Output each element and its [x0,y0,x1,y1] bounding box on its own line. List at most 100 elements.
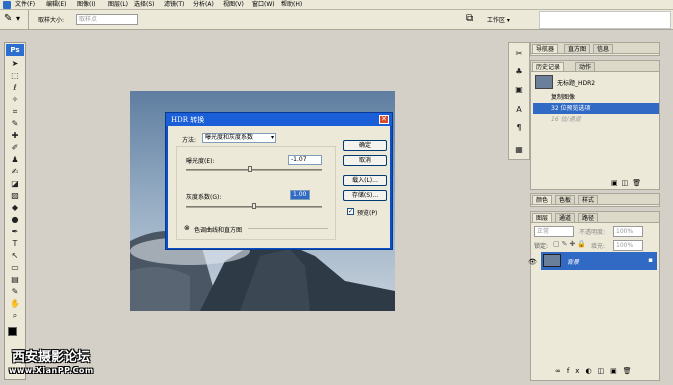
tab-paths[interactable]: 路径 [578,213,599,222]
move-tool-icon[interactable]: ➤ [8,59,22,69]
opacity-input[interactable]: 100% [613,226,643,237]
history-snapshot-name[interactable]: 无标题_HDR2 [557,78,595,87]
brush-tool-icon[interactable]: ✐ [8,143,22,153]
character-icon[interactable]: A [512,105,526,115]
magic-wand-icon[interactable]: ✧ [8,95,22,105]
brushes-icon[interactable]: ♣ [512,67,526,77]
paragraph-icon[interactable]: ¶ [512,123,526,133]
tool-preset-chevron-icon[interactable]: ▾ [16,14,20,23]
crop-tool-icon[interactable]: ⌗ [8,107,22,117]
history-item-dimmed[interactable]: 16 位/通道 [533,114,659,125]
lock-icons[interactable]: ▢✎✚🔒 [553,240,588,248]
history-item-label: 32 位预览选项 [551,105,591,112]
eyedropper-tool-icon[interactable]: ✎ [8,119,22,129]
color-panel: 颜色 色板 样式 [530,193,660,207]
type-tool-icon[interactable]: T [8,239,22,249]
dialog-titlebar[interactable]: HDR 转换 ✕ [166,113,392,126]
blend-mode-select[interactable]: 正常 [534,226,574,237]
menu-view[interactable]: 视图(V) [223,1,244,9]
layers-tabs: 图层 通道 路径 [531,212,659,223]
exposure-label: 曝光度(E): [186,158,215,165]
tab-info[interactable]: 信息 [593,44,614,53]
fill-input[interactable]: 100% [613,240,643,251]
eyedropper-icon[interactable]: ✎ [4,13,12,24]
expand-toggle-icon[interactable]: ⊗ [184,224,190,232]
dodge-tool-icon[interactable]: ● [8,215,22,225]
history-footer-icons[interactable]: ▣◫🗑 [611,179,645,187]
menu-layer[interactable]: 图层(L) [108,1,128,9]
menu-edit[interactable]: 编辑(E) [46,1,66,9]
menu-filter[interactable]: 滤镜(T) [164,1,184,9]
gamma-input[interactable]: 1.00 [290,190,310,200]
workspace-icon[interactable]: ⧉ [466,13,473,24]
history-item-selected[interactable]: 32 位预览选项 [533,103,659,114]
menu-select[interactable]: 选择(S) [134,1,155,9]
gamma-slider-thumb[interactable] [252,203,256,209]
fill-value: 100% [616,242,634,249]
history-panel: 历史记录 动作 无标题_HDR2 复制图像 32 位预览选项 16 位/通道 ▣… [530,60,660,190]
layer-name: 背景 [567,259,580,266]
stamp-icon[interactable]: ▣ [512,85,526,95]
path-selection-icon[interactable]: ↖ [8,251,22,261]
clone-stamp-icon[interactable]: ♟ [8,155,22,165]
pen-tool-icon[interactable]: ✒ [8,227,22,237]
menu-image[interactable]: 图像(I) [77,1,95,9]
tab-swatches[interactable]: 色板 [555,195,576,204]
cancel-button[interactable]: 取消 [343,155,387,166]
layer-comps-icon[interactable]: ▦ [512,145,526,155]
tab-navigator[interactable]: 导航器 [532,44,559,53]
ok-button[interactable]: 确定 [343,140,387,151]
workspace-button[interactable]: 工作区 ▾ [487,15,510,24]
exposure-slider[interactable] [186,169,322,171]
layers-panel: 图层 通道 路径 正常 不透明度: 100% 锁定: ▢✎✚🔒 填充: 100%… [528,211,660,381]
gradient-tool-icon[interactable]: ▨ [8,191,22,201]
menu-help[interactable]: 帮助(H) [281,1,302,9]
history-snapshot-thumbnail[interactable] [535,75,553,89]
notes-tool-icon[interactable]: ▤ [8,275,22,285]
dialog-body: 方法: 曝光度和灰度系数 ▾ 曝光度(E): -1.07 灰度系数(G): 1.… [168,126,390,248]
history-item[interactable]: 复制图像 [533,92,659,103]
tab-color[interactable]: 颜色 [532,195,553,204]
menu-window[interactable]: 窗口(W) [252,1,275,9]
dialog-close-button[interactable]: ✕ [379,115,389,124]
sample-size-select[interactable]: 取样点 [76,14,138,25]
exposure-input[interactable]: -1.07 [288,155,322,165]
preview-checkbox[interactable]: ✓ [347,208,354,215]
healing-brush-icon[interactable]: ✚ [8,131,22,141]
layer-row-background[interactable]: 背景 ▪ [541,252,657,270]
history-brush-icon[interactable]: ✍ [8,167,22,177]
tab-styles[interactable]: 样式 [578,195,599,204]
layers-footer-icons[interactable]: ∞fx◐◫▣🗑 [555,367,638,375]
tools-icon[interactable]: ✂ [512,49,526,59]
hand-tool-icon[interactable]: ✋ [8,299,22,309]
load-button[interactable]: 载入(L)... [343,175,387,186]
bridge-well [539,11,671,29]
menu-analysis[interactable]: 分析(A) [193,1,214,9]
tab-histogram[interactable]: 直方图 [564,44,591,53]
shape-tool-icon[interactable]: ▭ [8,263,22,273]
method-label: 方法: [182,137,197,144]
foreground-color-swatch[interactable] [8,327,17,336]
gamma-label: 灰度系数(G): [186,194,222,201]
zoom-tool-icon[interactable]: ⌕ [8,311,22,321]
forum-watermark: 西安摄影论坛 www.XianPP.Com [6,344,116,382]
blur-tool-icon[interactable]: ◆ [8,203,22,213]
menu-file[interactable]: 文件(F) [15,1,35,9]
ps-icon[interactable]: Ps [6,44,24,56]
exposure-slider-thumb[interactable] [247,166,252,172]
eyedropper-active-icon[interactable]: ✎ [8,287,22,297]
opacity-value: 100% [616,228,634,235]
marquee-tool-icon[interactable]: ⬚ [8,71,22,81]
lasso-tool-icon[interactable]: ℓ [8,83,22,93]
tab-layers[interactable]: 图层 [532,213,553,222]
save-button[interactable]: 存储(S)... [343,190,387,201]
lock-label: 锁定: [534,243,549,250]
dialog-title: HDR 转换 [171,116,205,124]
tab-channels[interactable]: 通道 [555,213,576,222]
method-select[interactable]: 曝光度和灰度系数 ▾ [202,133,276,143]
tab-actions[interactable]: 动作 [575,62,596,71]
eraser-tool-icon[interactable]: ◪ [8,179,22,189]
tab-history[interactable]: 历史记录 [532,62,565,71]
method-value: 曝光度和灰度系数 [205,134,254,141]
visibility-eye-icon[interactable]: 👁 [528,258,537,266]
